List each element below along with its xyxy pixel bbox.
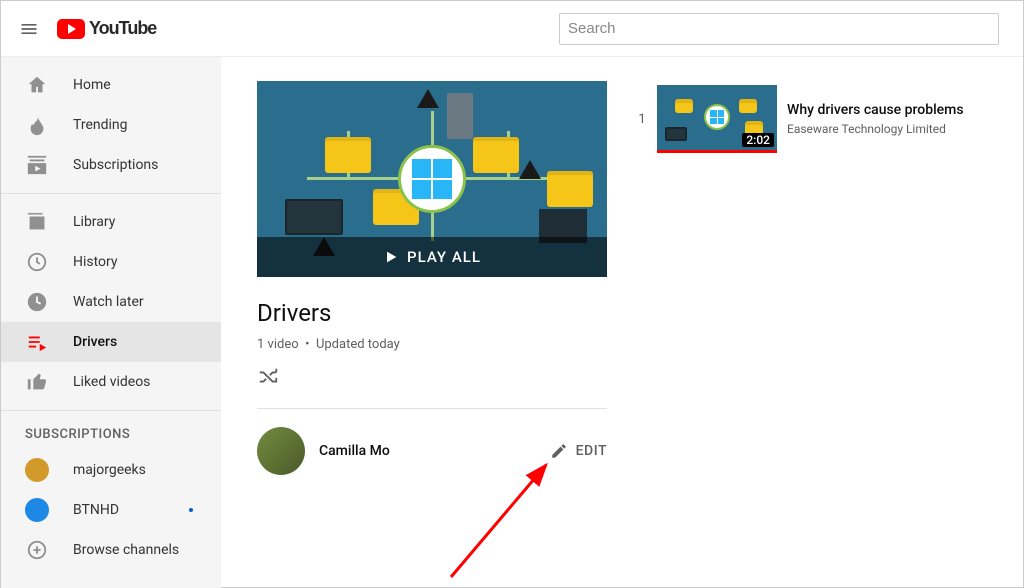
sidebar-item-watchlater[interactable]: Watch later <box>1 282 221 322</box>
subscriptions-header: Subscriptions <box>1 419 221 450</box>
sidebar-label: Home <box>73 77 111 93</box>
thumbsup-icon <box>25 370 49 394</box>
video-title: Why drivers cause problems <box>787 102 964 118</box>
search-input[interactable] <box>559 13 999 45</box>
sidebar-label: majorgeeks <box>73 462 146 478</box>
channel-avatar <box>25 498 49 522</box>
playlist-title: Drivers <box>257 299 607 327</box>
video-channel: Easeware Technology Limited <box>787 122 964 136</box>
sidebar-label: Trending <box>73 117 128 133</box>
sidebar-item-trending[interactable]: Trending <box>1 105 221 145</box>
owner-avatar[interactable] <box>257 427 305 475</box>
sidebar-sub-btnhd[interactable]: BTNHD <box>1 490 221 530</box>
play-icon <box>383 249 399 265</box>
play-all-label: PLAY ALL <box>407 248 481 266</box>
play-all-button[interactable]: PLAY ALL <box>257 237 607 277</box>
video-thumbnail[interactable]: 2:02 <box>657 85 777 153</box>
new-content-dot <box>189 508 193 512</box>
item-index: 1 <box>631 112 653 127</box>
sidebar-item-liked[interactable]: Liked videos <box>1 362 221 402</box>
trending-icon <box>25 113 49 137</box>
edit-label: EDIT <box>576 443 607 459</box>
history-icon <box>25 250 49 274</box>
main-content: PLAY ALL Drivers 1 video • Updated today… <box>221 57 1023 588</box>
playlist-icon <box>25 330 49 354</box>
shuffle-icon <box>257 366 279 388</box>
playlist-meta: 1 video • Updated today <box>257 337 607 352</box>
sidebar-label: Drivers <box>73 334 117 350</box>
sidebar-label: Liked videos <box>73 374 150 390</box>
sidebar-label: Browse channels <box>73 542 179 558</box>
logo-text: YouTube <box>89 18 156 39</box>
channel-avatar <box>25 458 49 482</box>
sidebar-label: BTNHD <box>73 502 119 518</box>
pencil-icon <box>550 442 568 460</box>
sidebar-sub-majorgeeks[interactable]: majorgeeks <box>1 450 221 490</box>
sidebar-label: Library <box>73 214 115 230</box>
shuffle-button[interactable] <box>257 366 279 388</box>
clock-icon <box>25 290 49 314</box>
sidebar-item-library[interactable]: Library <box>1 202 221 242</box>
sidebar-item-drivers-playlist[interactable]: Drivers <box>1 322 221 362</box>
edit-button[interactable]: EDIT <box>550 442 607 460</box>
hamburger-menu[interactable] <box>17 17 41 41</box>
owner-name[interactable]: Camilla Mo <box>319 443 390 459</box>
sidebar-label: Watch later <box>73 294 144 310</box>
plus-circle-icon <box>25 538 49 562</box>
sidebar-label: Subscriptions <box>73 157 158 173</box>
youtube-logo[interactable]: YouTube <box>57 18 156 39</box>
library-icon <box>25 210 49 234</box>
playlist-video-item[interactable]: 1 2:02 Why drivers cause problems Easewa… <box>631 81 999 157</box>
sidebar-item-subscriptions[interactable]: Subscriptions <box>1 145 221 185</box>
subscriptions-icon <box>25 153 49 177</box>
sidebar: Home Trending Subscriptions Library Hist… <box>1 57 221 588</box>
sidebar-browse-channels[interactable]: Browse channels <box>1 530 221 570</box>
duration-badge: 2:02 <box>742 133 774 147</box>
sidebar-item-home[interactable]: Home <box>1 65 221 105</box>
sidebar-item-history[interactable]: History <box>1 242 221 282</box>
home-icon <box>25 73 49 97</box>
playlist-hero-thumbnail[interactable]: PLAY ALL <box>257 81 607 277</box>
sidebar-label: History <box>73 254 118 270</box>
